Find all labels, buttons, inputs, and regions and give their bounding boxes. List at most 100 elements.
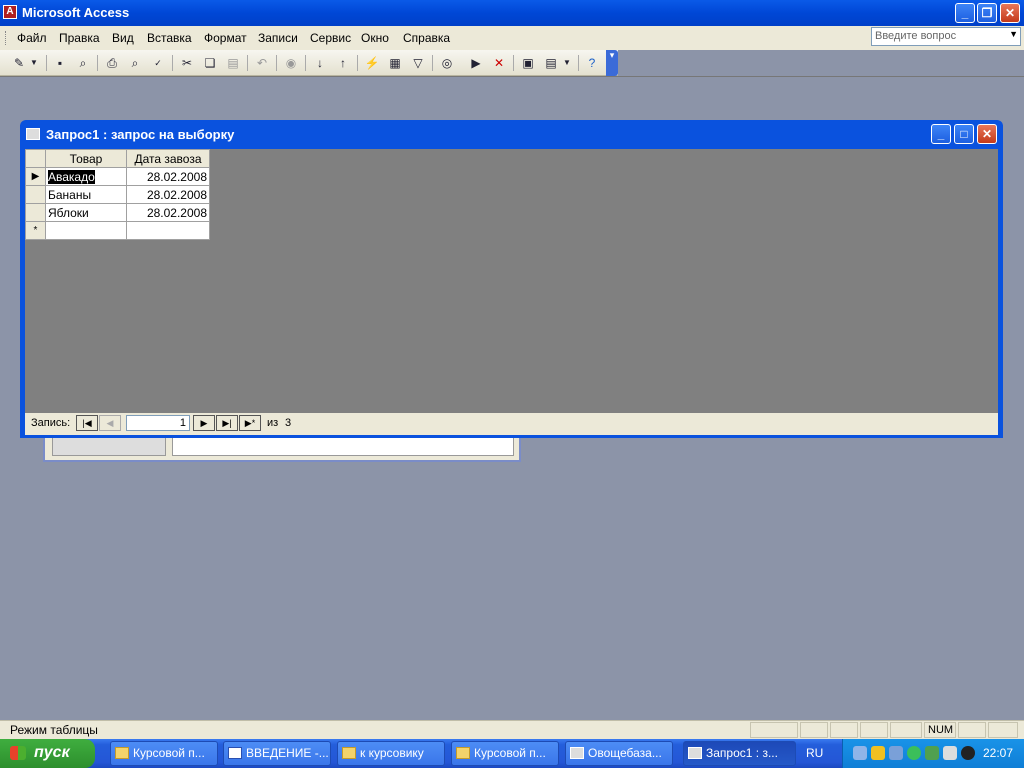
chevron-down-icon[interactable]: ▼ (1009, 29, 1018, 39)
media-icon[interactable] (961, 746, 975, 760)
taskbar-item-active[interactable]: Запрос1 : з... (683, 741, 796, 766)
table-row[interactable]: Яблоки 28.02.2008 (25, 203, 210, 222)
taskbar-item-label: Запрос1 : з... (706, 746, 778, 760)
toolbar-separator (305, 55, 306, 71)
access-app-icon[interactable]: A (3, 5, 17, 19)
menu-insert[interactable]: Вставка (147, 31, 192, 45)
messenger-icon[interactable] (907, 746, 921, 760)
cell-product[interactable] (45, 221, 127, 240)
menu-file[interactable]: Файл (17, 31, 47, 45)
design-view-icon[interactable]: ✎ (10, 54, 28, 72)
column-header-product[interactable]: Товар (45, 149, 127, 168)
query-maximize-button[interactable]: □ (954, 124, 974, 144)
status-cell (958, 722, 986, 738)
menu-window[interactable]: Окно (361, 31, 389, 45)
column-header-date[interactable]: Дата завоза (126, 149, 210, 168)
find-icon[interactable]: ◎ (438, 54, 456, 72)
last-record-button[interactable]: ▶| (216, 415, 238, 431)
table-row[interactable]: Бананы 28.02.2008 (25, 185, 210, 204)
taskbar-item[interactable]: к курсовику (337, 741, 445, 766)
query-minimize-button[interactable]: _ (931, 124, 951, 144)
folder-icon (342, 747, 356, 759)
ask-question-placeholder: Введите вопрос (875, 30, 957, 42)
start-button[interactable]: пуск (0, 739, 95, 768)
menu-edit[interactable]: Правка (59, 31, 100, 45)
cell-product[interactable]: Яблоки (45, 203, 127, 222)
cell-date[interactable]: 28.02.2008 (126, 185, 210, 204)
network-icon[interactable] (889, 746, 903, 760)
cell-product[interactable]: Бананы (45, 185, 127, 204)
cut-icon[interactable]: ✂ (178, 54, 196, 72)
record-selector[interactable] (25, 203, 46, 222)
select-all-corner[interactable] (25, 149, 46, 168)
sort-descending-icon[interactable]: ↑ (334, 54, 352, 72)
apply-filter-icon[interactable]: ▽ (409, 54, 427, 72)
help-icon[interactable]: ? (583, 54, 601, 72)
network-icon[interactable] (853, 746, 867, 760)
of-label: из (267, 417, 279, 429)
current-record-icon[interactable]: ▶ (25, 167, 46, 186)
previous-record-button[interactable]: ◀ (99, 415, 121, 431)
taskbar-item[interactable]: Овощебаза... (565, 741, 673, 766)
toolbar-options-icon[interactable]: ▾ (606, 50, 618, 76)
ask-question-input[interactable]: Введите вопрос ▼ (871, 27, 1021, 46)
chevron-down-icon[interactable]: ▼ (28, 54, 40, 72)
next-record-button[interactable]: ▶ (193, 415, 215, 431)
new-record-icon[interactable]: * (25, 221, 46, 240)
clock[interactable]: 22:07 (983, 746, 1013, 760)
cell-date[interactable]: 28.02.2008 (126, 167, 210, 186)
search-file-icon[interactable]: ⌕ (74, 54, 92, 72)
menu-records[interactable]: Записи (258, 31, 298, 45)
display-icon[interactable] (943, 746, 957, 760)
new-record-row[interactable]: * (25, 221, 210, 240)
delete-record-icon[interactable]: ✕ (490, 54, 508, 72)
save-icon[interactable]: ▪ (51, 54, 69, 72)
menu-view[interactable]: Вид (112, 31, 134, 45)
language-indicator[interactable]: RU (806, 746, 823, 760)
background-form-field[interactable] (172, 436, 514, 456)
taskbar-item[interactable]: Курсовой п... (110, 741, 218, 766)
new-object-icon[interactable]: ▤ (542, 54, 560, 72)
query-window-icon[interactable] (26, 128, 40, 140)
taskbar-item[interactable]: ВВЕДЕНИЕ -... (223, 741, 331, 766)
toolbar-separator (578, 55, 579, 71)
sort-ascending-icon[interactable]: ↓ (311, 54, 329, 72)
new-record-button[interactable]: ▶* (239, 415, 261, 431)
cell-date[interactable]: 28.02.2008 (126, 203, 210, 222)
paste-icon[interactable]: ▤ (224, 54, 242, 72)
menu-help[interactable]: Справка (403, 31, 450, 45)
menu-grip[interactable] (5, 31, 9, 45)
toolbar-separator (432, 55, 433, 71)
query-window[interactable]: Запрос1 : запрос на выборку _ □ ✕ Товар … (20, 120, 1003, 438)
shield-icon[interactable] (871, 746, 885, 760)
hyperlink-icon[interactable]: ◉ (282, 54, 300, 72)
print-preview-icon[interactable]: ⌕ (126, 54, 144, 72)
first-record-button[interactable]: |◀ (76, 415, 98, 431)
minimize-button[interactable]: _ (955, 3, 975, 23)
taskbar-item[interactable]: Курсовой п... (451, 741, 559, 766)
restore-button[interactable]: ❐ (977, 3, 997, 23)
update-icon[interactable] (925, 746, 939, 760)
menu-tools[interactable]: Сервис (310, 31, 351, 45)
table-row[interactable]: ▶ Авакадо 28.02.2008 (25, 167, 210, 186)
chevron-down-icon[interactable]: ▼ (561, 54, 573, 72)
filter-by-form-icon[interactable]: ▦ (386, 54, 404, 72)
record-total: 3 (285, 417, 292, 429)
menu-format[interactable]: Формат (204, 31, 247, 45)
record-selector[interactable] (25, 185, 46, 204)
new-record-icon[interactable]: ▶ (467, 54, 485, 72)
spelling-icon[interactable]: ✓ (149, 54, 167, 72)
status-num-indicator: NUM (924, 722, 956, 738)
toolbar-separator (46, 55, 47, 71)
current-record-input[interactable]: 1 (126, 415, 190, 431)
copy-icon[interactable]: ❏ (201, 54, 219, 72)
cell-date[interactable] (126, 221, 210, 240)
query-close-button[interactable]: ✕ (977, 124, 997, 144)
print-icon[interactable]: ⎙ (103, 54, 121, 72)
app-title-bar[interactable]: A Microsoft Access _ ❐ ✕ (0, 0, 1024, 26)
cell-product[interactable]: Авакадо (45, 167, 127, 186)
database-window-icon[interactable]: ▣ (519, 54, 537, 72)
close-button[interactable]: ✕ (1000, 3, 1020, 23)
filter-by-selection-icon[interactable]: ⚡ (363, 54, 381, 72)
undo-icon[interactable]: ↶ (253, 54, 271, 72)
